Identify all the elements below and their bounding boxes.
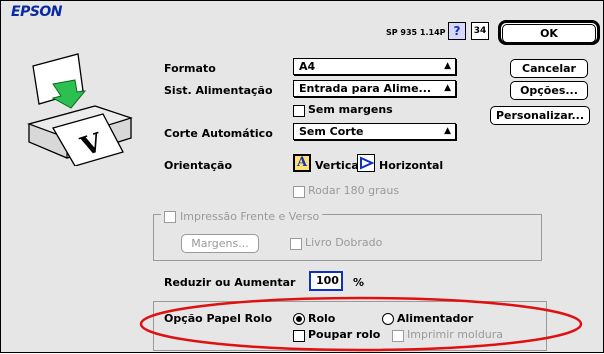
rotate-180-label: Rodar 180 graus <box>308 184 400 197</box>
feeder-radio[interactable] <box>382 313 394 325</box>
info-icon: 34 <box>473 26 487 36</box>
roll-option-group <box>153 301 547 351</box>
portrait-label: Vertical <box>315 159 363 172</box>
auto-cut-select[interactable]: Sem Corte ▲︎ <box>293 123 456 140</box>
landscape-label: Horizontal <box>379 159 444 172</box>
auto-cut-value: Sem Corte <box>299 125 364 138</box>
roll-radio[interactable] <box>293 313 305 325</box>
folded-booklet-checkbox[interactable] <box>290 238 302 250</box>
percent-label: % <box>353 276 365 289</box>
feed-value: Entrada para Alime... <box>299 82 432 95</box>
epson-logo: EPSON <box>11 4 63 20</box>
roll-option-label: Opção Papel Rolo <box>164 312 273 325</box>
landscape-orientation-button[interactable] <box>357 154 375 172</box>
format-value: A4 <box>299 60 316 73</box>
ok-button[interactable]: OK <box>498 20 600 45</box>
help-button[interactable]: ? <box>448 22 466 40</box>
chevron-updown-icon: ▲︎ <box>444 61 451 71</box>
reduce-input[interactable]: 100 <box>309 271 343 291</box>
reduce-label: Reduzir ou Aumentar <box>164 276 296 289</box>
save-roll-label: Poupar rolo <box>308 328 381 341</box>
auto-cut-label: Corte Automático <box>164 127 273 140</box>
margins-button[interactable]: Margens... <box>181 234 259 253</box>
reduce-value: 100 <box>316 274 339 287</box>
orientation-label: Orientação <box>164 159 233 172</box>
folded-booklet-label: Livro Dobrado <box>305 236 383 249</box>
feeder-radio-label: Alimentador <box>397 312 474 325</box>
printer-illustration: V <box>27 53 133 166</box>
roll-radio-label: Rolo <box>308 312 336 325</box>
save-roll-checkbox[interactable] <box>293 330 305 342</box>
version-info-button[interactable]: 34 <box>471 22 489 40</box>
feed-select[interactable]: Entrada para Alime... ▲︎ <box>293 80 456 97</box>
print-frame-checkbox[interactable] <box>392 330 404 342</box>
portrait-icon: A <box>296 155 308 170</box>
format-label: Formato <box>164 62 216 75</box>
customize-button[interactable]: Personalizar... <box>490 106 590 125</box>
no-margins-label: Sem margens <box>308 103 393 116</box>
driver-version: SP 935 1.14P <box>386 28 446 37</box>
options-button[interactable]: Opções... <box>510 81 588 100</box>
format-select[interactable]: A4 ▲︎ <box>293 58 456 75</box>
feed-label: Sist. Alimentação <box>164 84 273 97</box>
cancel-button[interactable]: Cancelar <box>510 59 588 78</box>
help-icon: ? <box>453 24 461 38</box>
rotate-180-checkbox[interactable] <box>293 186 305 198</box>
print-settings-dialog: EPSON SP 935 1.14P ? 34 OK Cancelar Opçõ… <box>0 0 604 353</box>
chevron-updown-icon: ▲︎ <box>444 126 451 136</box>
duplex-checkbox[interactable] <box>164 210 176 223</box>
print-frame-label: Imprimir moldura <box>407 328 504 341</box>
no-margins-checkbox[interactable] <box>293 105 305 117</box>
portrait-orientation-button[interactable]: A <box>293 154 311 172</box>
duplex-label: Impressão Frente e Verso <box>180 210 320 223</box>
landscape-icon <box>360 156 374 170</box>
chevron-updown-icon: ▲︎ <box>444 83 451 93</box>
ok-button-label: OK <box>502 24 596 43</box>
duplex-legend: Impressão Frente e Verso <box>161 206 323 223</box>
